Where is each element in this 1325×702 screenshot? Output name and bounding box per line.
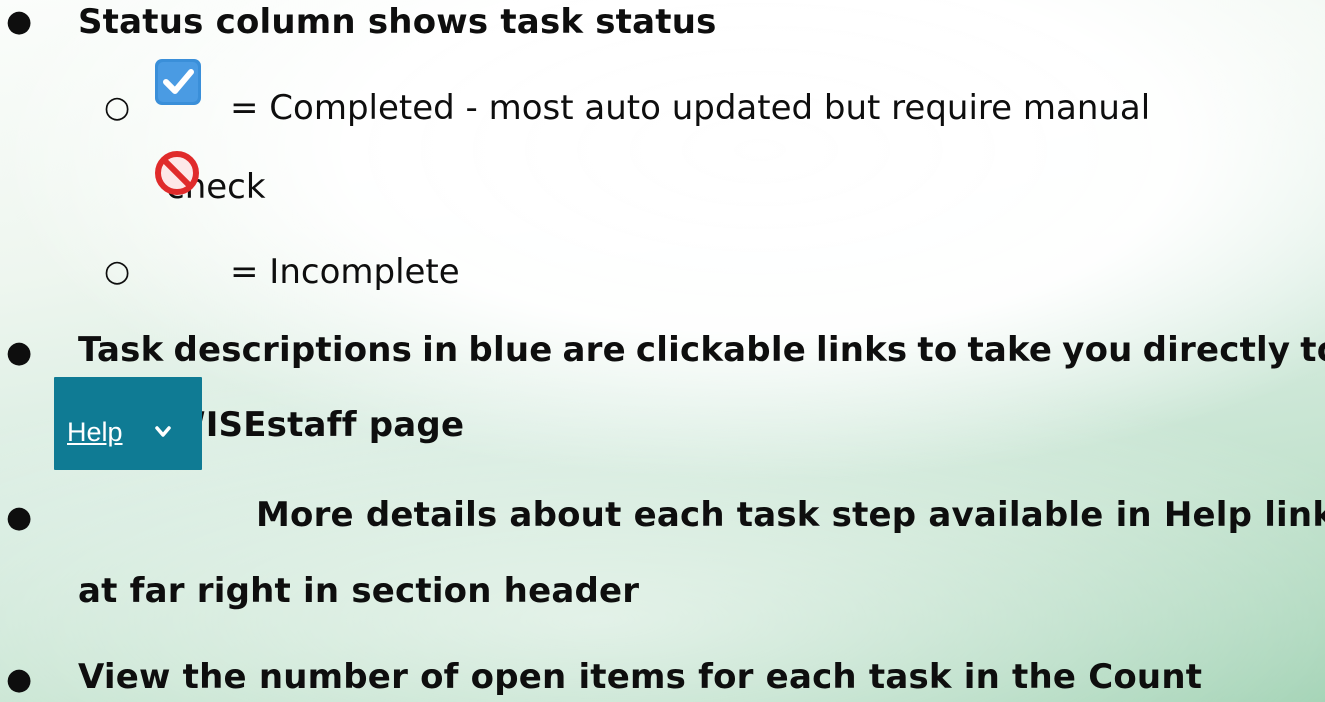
no-entry-icon xyxy=(155,151,199,195)
help-bullet-line2: at far right in section header xyxy=(78,571,640,611)
help-bullet-line1: More details about each task step availa… xyxy=(256,495,1325,535)
bullet-dot: ● xyxy=(6,662,33,697)
help-link[interactable]: Help xyxy=(67,417,123,448)
bullet-dot: ● xyxy=(6,500,33,535)
help-button[interactable]: Help xyxy=(54,377,202,470)
sub-bullet-circle: ○ xyxy=(104,254,131,289)
bullet-dot: ● xyxy=(6,335,33,370)
incomplete-description: = Incomplete xyxy=(230,252,460,292)
links-bullet-line1: Task descriptions in blue are clickable … xyxy=(78,330,1325,370)
chevron-down-icon xyxy=(155,426,171,437)
links-bullet-line2: WISEstaff page xyxy=(168,405,465,445)
status-bullet-text: Status column shows task status xyxy=(78,2,717,42)
checkbox-checked-icon xyxy=(155,59,201,105)
sub-bullet-circle: ○ xyxy=(104,90,131,125)
completed-description: = Completed - most auto updated but requ… xyxy=(230,88,1151,128)
count-bullet-text: View the number of open items for each t… xyxy=(78,657,1203,697)
bullet-dot: ● xyxy=(6,4,33,39)
